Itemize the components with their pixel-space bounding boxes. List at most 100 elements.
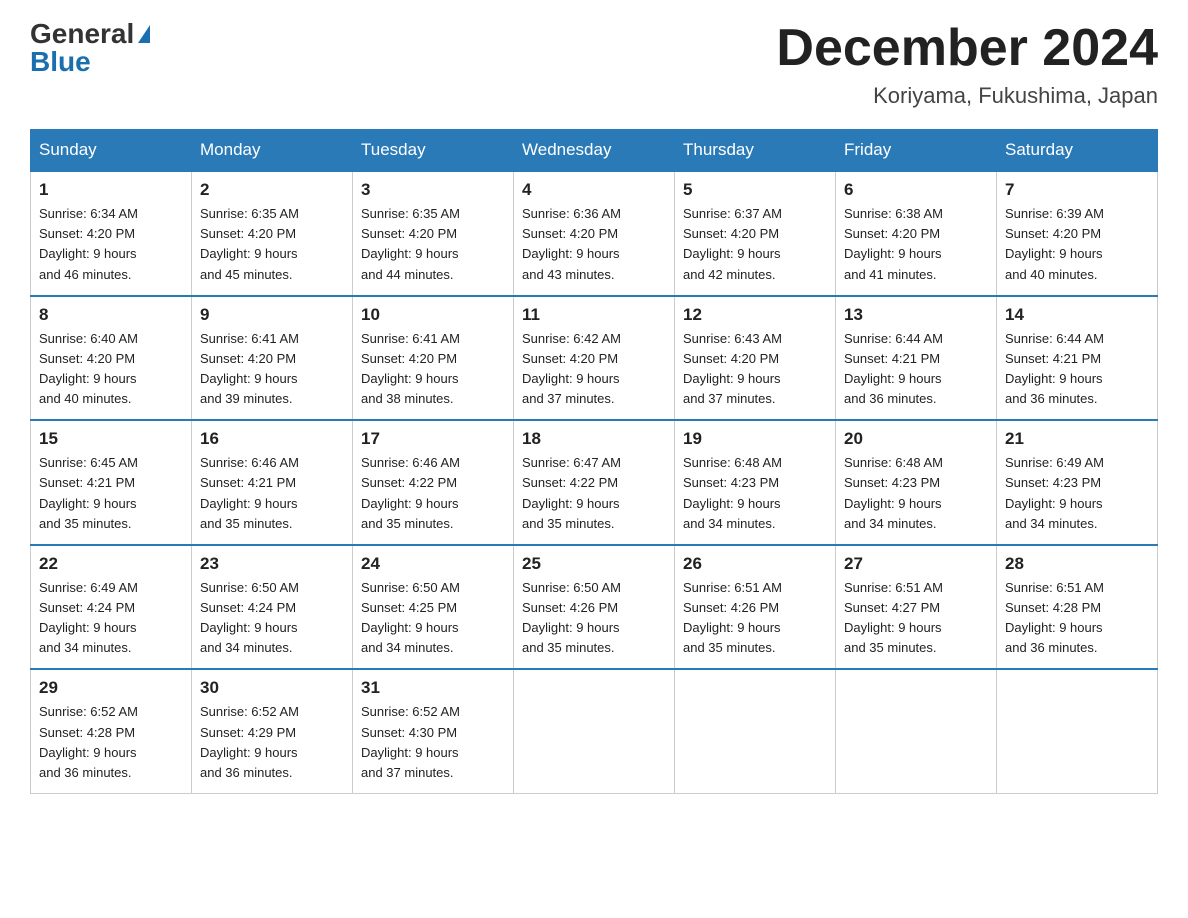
day-info-line: and 37 minutes. <box>361 765 454 780</box>
day-info-line: Sunrise: 6:40 AM <box>39 331 138 346</box>
day-info-line: Daylight: 9 hours <box>39 496 137 511</box>
day-number: 12 <box>683 305 827 325</box>
calendar-cell: 16Sunrise: 6:46 AMSunset: 4:21 PMDayligh… <box>192 420 353 545</box>
day-number: 18 <box>522 429 666 449</box>
day-info-line: Sunrise: 6:51 AM <box>683 580 782 595</box>
day-info-line: Sunrise: 6:45 AM <box>39 455 138 470</box>
calendar-cell: 6 Sunrise: 6:38 AMSunset: 4:20 PMDaylight… <box>836 171 997 296</box>
day-info-line: Daylight: 9 hours <box>1005 246 1103 261</box>
calendar-cell: 23Sunrise: 6:50 AMSunset: 4:24 PMDayligh… <box>192 545 353 670</box>
day-info-line: Sunrise: 6:50 AM <box>522 580 621 595</box>
calendar-cell: 12 Sunrise: 6:43 AM Sunset: 4:20 PM Dayligh… <box>675 296 836 421</box>
day-info-line: Sunrise: 6:41 AM <box>361 331 460 346</box>
calendar-cell <box>514 669 675 793</box>
day-info-line: Sunset: 4:20 PM <box>39 351 135 366</box>
day-info-line: and 34 minutes. <box>683 516 776 531</box>
day-info-line: Sunrise: 6:48 AM <box>844 455 943 470</box>
day-info-line: Sunset: 4:20 PM <box>361 351 457 366</box>
day-number: 6 <box>844 180 988 200</box>
day-info-line: Sunrise: 6:37 AM <box>683 206 782 221</box>
day-info-line: Sunset: 4:20 PM <box>361 226 457 241</box>
day-info-line: Sunrise: 6:35 AM <box>200 206 299 221</box>
day-info: Sunrise: 6:49 AMSunset: 4:23 PMDaylight:… <box>1005 453 1149 534</box>
day-info-line: Sunrise: 6:36 AM <box>522 206 621 221</box>
calendar-week-row: 29Sunrise: 6:52 AMSunset: 4:28 PMDayligh… <box>31 669 1158 793</box>
day-info-line: and 40 minutes. <box>1005 267 1098 282</box>
day-number: 3 <box>361 180 505 200</box>
day-info-line: Sunset: 4:20 PM <box>200 226 296 241</box>
day-info: Sunrise: 6:36 AMSunset: 4:20 PMDaylight:… <box>522 204 666 285</box>
day-info-line: Sunset: 4:20 PM <box>200 351 296 366</box>
day-info-line: Daylight: 9 hours <box>522 371 620 386</box>
calendar-table: SundayMondayTuesdayWednesdayThursdayFrid… <box>30 129 1158 794</box>
header-monday: Monday <box>192 130 353 172</box>
calendar-cell: 27Sunrise: 6:51 AMSunset: 4:27 PMDayligh… <box>836 545 997 670</box>
day-number: 22 <box>39 554 183 574</box>
day-info-line: Sunrise: 6:43 AM <box>683 331 782 346</box>
day-info-line: and 35 minutes. <box>361 516 454 531</box>
logo-general-text: General <box>30 20 134 48</box>
day-info: Sunrise: 6:46 AMSunset: 4:22 PMDaylight:… <box>361 453 505 534</box>
day-number: 2 <box>200 180 344 200</box>
day-info: Sunrise: 6:43 AM Sunset: 4:20 PM Daylight:… <box>683 329 827 410</box>
day-info: Sunrise: 6:38 AMSunset: 4:20 PMDaylight:… <box>844 204 988 285</box>
calendar-week-row: 1Sunrise: 6:34 AMSunset: 4:20 PMDaylight… <box>31 171 1158 296</box>
day-info-line: Daylight: 9 hours <box>39 371 137 386</box>
day-info-line: Daylight: 9 hours <box>200 620 298 635</box>
day-info-line: and 38 minutes. <box>361 391 454 406</box>
day-info-line: Daylight: 9 hours <box>1005 620 1103 635</box>
header-thursday: Thursday <box>675 130 836 172</box>
day-info: Sunrise: 6:46 AMSunset: 4:21 PMDaylight:… <box>200 453 344 534</box>
day-info: Sunrise: 6:39 AMSunset: 4:20 PMDaylight:… <box>1005 204 1149 285</box>
day-info-line: Sunrise: 6:44 AM <box>844 331 943 346</box>
calendar-week-row: 8Sunrise: 6:40 AMSunset: 4:20 PMDaylight… <box>31 296 1158 421</box>
day-number: 26 <box>683 554 827 574</box>
header-sunday: Sunday <box>31 130 192 172</box>
calendar-cell <box>675 669 836 793</box>
day-info-line: Sunrise: 6:41 AM <box>200 331 299 346</box>
day-info: Sunrise: 6:35 AMSunset: 4:20 PMDaylight:… <box>200 204 344 285</box>
day-info: Sunrise: 6:42 AMSunset: 4:20 PMDaylight:… <box>522 329 666 410</box>
day-info-line: Sunrise: 6:51 AM <box>844 580 943 595</box>
day-info: Sunrise: 6:44 AMSunset: 4:21 PMDaylight:… <box>1005 329 1149 410</box>
day-info-line: Daylight: 9 hours <box>361 620 459 635</box>
day-info: Sunrise: 6:48 AMSunset: 4:23 PMDaylight:… <box>683 453 827 534</box>
title-block: December 2024 Koriyama, Fukushima, Japan <box>776 20 1158 109</box>
calendar-cell: 8Sunrise: 6:40 AMSunset: 4:20 PMDaylight… <box>31 296 192 421</box>
day-info: Sunrise: 6:40 AM Sunset: 4:20 PM Daylight:… <box>39 329 183 410</box>
day-info-line: and 42 minutes. <box>683 267 776 282</box>
calendar-header-row: SundayMondayTuesdayWednesdayThursdayFrid… <box>31 130 1158 172</box>
day-info-line: Sunset: 4:21 PM <box>844 351 940 366</box>
day-info-line: Sunset: 4:23 PM <box>1005 475 1101 490</box>
day-info-line: Daylight: 9 hours <box>683 620 781 635</box>
calendar-cell: 31Sunrise: 6:52 AMSunset: 4:30 PMDayligh… <box>353 669 514 793</box>
day-info-line: Sunset: 4:27 PM <box>844 600 940 615</box>
day-number: 10 <box>361 305 505 325</box>
day-info: Sunrise: 6:45 AMSunset: 4:21 PMDaylight:… <box>39 453 183 534</box>
day-info-line: Sunrise: 6:44 AM <box>1005 331 1104 346</box>
day-info-line: Daylight: 9 hours <box>683 371 781 386</box>
calendar-cell: 11Sunrise: 6:42 AMSunset: 4:20 PMDayligh… <box>514 296 675 421</box>
day-info-line: Sunset: 4:20 PM <box>683 351 779 366</box>
day-info-line: Sunrise: 6:52 AM <box>361 704 460 719</box>
calendar-cell: 2Sunrise: 6:35 AMSunset: 4:20 PMDaylight… <box>192 171 353 296</box>
day-info-line: Sunrise: 6:49 AM <box>1005 455 1104 470</box>
calendar-cell: 14Sunrise: 6:44 AMSunset: 4:21 PMDayligh… <box>997 296 1158 421</box>
calendar-cell <box>997 669 1158 793</box>
day-info-line: and 36 minutes. <box>1005 391 1098 406</box>
header-wednesday: Wednesday <box>514 130 675 172</box>
day-info: Sunrise: 6:51 AMSunset: 4:27 PMDaylight:… <box>844 578 988 659</box>
day-info: Sunrise: 6:50 AMSunset: 4:26 PMDaylight:… <box>522 578 666 659</box>
calendar-cell: 21Sunrise: 6:49 AMSunset: 4:23 PMDayligh… <box>997 420 1158 545</box>
calendar-cell: 29Sunrise: 6:52 AMSunset: 4:28 PMDayligh… <box>31 669 192 793</box>
day-info-line: Daylight: 9 hours <box>844 371 942 386</box>
day-number: 29 <box>39 678 183 698</box>
day-info-line: Daylight: 9 hours <box>844 246 942 261</box>
day-info-line: Sunset: 4:26 PM <box>522 600 618 615</box>
day-info-line: and 34 minutes. <box>39 640 132 655</box>
day-info-line: Sunset: 4:20 PM <box>683 226 779 241</box>
day-info: Sunrise: 6:41 AMSunset: 4:20 PMDaylight:… <box>200 329 344 410</box>
day-info-line: Sunset: 4:20 PM <box>1005 226 1101 241</box>
day-info-line: and 36 minutes. <box>200 765 293 780</box>
calendar-cell: 3Sunrise: 6:35 AMSunset: 4:20 PMDaylight… <box>353 171 514 296</box>
